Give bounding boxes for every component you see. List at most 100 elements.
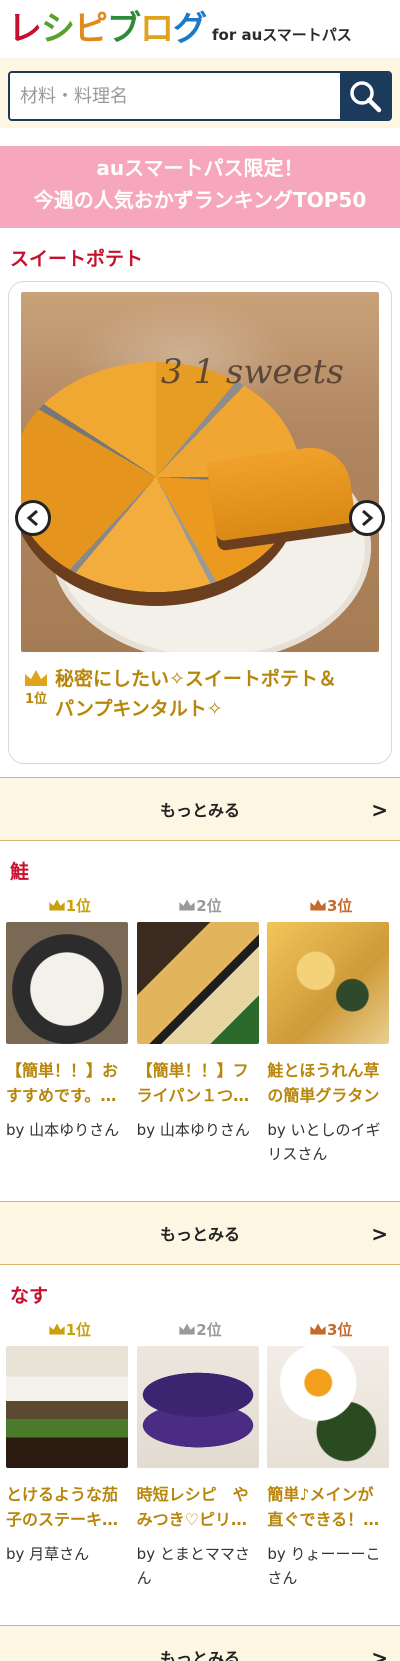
recipe-thumbnail[interactable] xyxy=(267,922,390,1044)
more-label: もっとみる xyxy=(159,1649,240,1661)
chevron-left-icon xyxy=(26,509,38,527)
featured-recipe-image[interactable]: 3 1 sweets xyxy=(21,292,379,652)
recipe-card[interactable]: 1位 とけるような茄 子のステーキ… by 月草さん xyxy=(6,1318,133,1612)
logo-char: ピ xyxy=(74,9,108,49)
rank-text: 3位 xyxy=(326,1320,353,1339)
logo-char: グ xyxy=(173,9,207,49)
logo-char: ブ xyxy=(107,9,141,49)
recipe-blog-logo[interactable]: レ シ ピ ブ ロ グ for auスマートパス xyxy=(8,12,352,46)
logo-suffix: for auスマートパス xyxy=(212,26,352,44)
title-line: パンプキンタルト✧ xyxy=(55,698,223,720)
more-button-sweet-potato[interactable]: もっとみる > xyxy=(0,777,400,841)
rank-badge: 1位 xyxy=(21,664,51,707)
recipe-thumbnail[interactable] xyxy=(136,922,259,1044)
gold-crown-icon xyxy=(48,1323,65,1335)
search-button[interactable] xyxy=(340,73,390,119)
recipe-author[interactable]: by 月草さん xyxy=(6,1542,133,1612)
recipe-card[interactable]: 2位 時短レシピ や みつき♡ピリ… by とまとママさん xyxy=(136,1318,264,1612)
title-line: 【簡単！！】お xyxy=(6,1061,119,1080)
recipe-card[interactable]: 3位 鮭とほうれん草 の簡単グラタン by いとしのイギリスさん xyxy=(267,894,394,1188)
gold-crown-icon xyxy=(25,670,47,686)
promo-line-2: 今週の人気おかずランキングTOP50 xyxy=(33,188,367,212)
recipe-thumbnail[interactable] xyxy=(136,1346,259,1468)
more-label: もっとみる xyxy=(159,801,240,820)
promo-banner[interactable]: auスマートパス限定！ 今週の人気おかずランキングTOP50 xyxy=(0,146,400,228)
recipe-title[interactable]: 鮭とほうれん草 の簡単グラタン xyxy=(267,1058,394,1108)
recipe-title[interactable]: 簡単♪メインが 直ぐできる！… xyxy=(267,1482,394,1532)
recipe-thumbnail[interactable] xyxy=(267,1346,390,1468)
app-header: レ シ ピ ブ ロ グ for auスマートパス xyxy=(0,0,400,58)
rank-text: 2位 xyxy=(196,896,222,915)
bronze-crown-icon xyxy=(310,899,326,911)
title-line: 時短レシピ や xyxy=(136,1485,249,1504)
recipe-author[interactable]: by 山本ゆりさん xyxy=(137,1118,264,1188)
recipe-title[interactable]: 【簡単！！】お すすめです。… xyxy=(6,1058,133,1108)
rank-label: 1位 xyxy=(6,1318,133,1340)
recipe-card[interactable]: 2位 【簡単！！】フ ライパン１つ… by 山本ゆりさん xyxy=(136,894,264,1188)
spacer xyxy=(0,128,400,146)
recipe-card[interactable]: 1位 【簡単！！】お すすめです。… by 山本ゆりさん xyxy=(6,894,133,1188)
recipe-author[interactable]: by いとしのイギリスさん xyxy=(267,1118,394,1188)
search-bar-area xyxy=(0,58,400,128)
section-title-salmon: 鮭 xyxy=(10,861,30,883)
section-title-eggplant: なす xyxy=(10,1285,49,1307)
bronze-crown-icon xyxy=(310,1323,326,1335)
rank-label: 1位 xyxy=(24,692,48,707)
title-line: 秘密にしたい✧スイートポテト＆ xyxy=(55,668,337,690)
recipe-author[interactable]: by 山本ゆりさん xyxy=(6,1118,133,1188)
more-button-eggplant[interactable]: もっとみる > xyxy=(0,1625,400,1661)
more-button-salmon[interactable]: もっとみる > xyxy=(0,1201,400,1265)
title-line: 直ぐできる！… xyxy=(267,1510,380,1529)
title-line: 子のステーキ… xyxy=(6,1510,119,1529)
title-line: ライパン１つ… xyxy=(136,1086,250,1105)
recipe-title[interactable]: 【簡単！！】フ ライパン１つ… xyxy=(137,1058,264,1108)
title-line: の簡単グラタン xyxy=(267,1086,380,1105)
title-line: とけるような茄 xyxy=(6,1485,119,1504)
recipe-author[interactable]: by りょーーーこさん xyxy=(267,1542,394,1612)
promo-line-1: auスマートパス限定！ xyxy=(96,156,304,180)
search-form xyxy=(8,71,392,121)
title-line: 鮭とほうれん草 xyxy=(267,1061,380,1080)
recipe-grid-salmon: 1位 【簡単！！】お すすめです。… by 山本ゆりさん 2位 【簡単！！】フ … xyxy=(0,894,400,1188)
image-handwritten-text: 3 1 sweets xyxy=(161,352,344,392)
rank-text: 1位 xyxy=(65,1320,92,1339)
chevron-right-icon: > xyxy=(371,798,388,822)
featured-recipe-card[interactable]: 3 1 sweets 1位 秘密にしたい✧スイートポテト＆ パンプキンタルト✧ xyxy=(8,281,392,764)
rank-text: 2位 xyxy=(196,1320,222,1339)
logo-char: シ xyxy=(41,9,75,49)
search-input[interactable] xyxy=(10,73,340,119)
silver-crown-icon xyxy=(179,1323,195,1335)
rank-text: 1位 xyxy=(65,896,92,915)
featured-recipe-info: 1位 秘密にしたい✧スイートポテト＆ パンプキンタルト✧ xyxy=(21,664,379,724)
carousel-prev-button[interactable] xyxy=(15,500,51,536)
rank-label: 2位 xyxy=(137,894,264,916)
recipe-title[interactable]: とけるような茄 子のステーキ… xyxy=(6,1482,133,1532)
title-line: 簡単♪メインが xyxy=(267,1485,374,1504)
search-icon xyxy=(350,81,382,113)
logo-char: レ xyxy=(8,9,42,49)
title-line: みつき♡ピリ… xyxy=(136,1510,248,1529)
chevron-right-icon xyxy=(362,509,374,527)
carousel-next-button[interactable] xyxy=(349,500,385,536)
logo-char: ロ xyxy=(140,9,174,49)
section-title-sweet-potato: スイートポテト xyxy=(10,248,144,270)
rank-text: 3位 xyxy=(326,896,353,915)
rank-label: 3位 xyxy=(267,894,394,916)
more-label: もっとみる xyxy=(159,1225,240,1244)
recipe-title[interactable]: 時短レシピ や みつき♡ピリ… xyxy=(137,1482,264,1532)
rank-label: 2位 xyxy=(137,1318,264,1340)
rank-label: 1位 xyxy=(6,894,133,916)
recipe-card[interactable]: 3位 簡単♪メインが 直ぐできる！… by りょーーーこさん xyxy=(267,1318,394,1612)
title-line: すすめです。… xyxy=(6,1086,117,1105)
recipe-author[interactable]: by とまとママさん xyxy=(137,1542,264,1612)
recipe-thumbnail[interactable] xyxy=(6,922,128,1044)
recipe-thumbnail[interactable] xyxy=(6,1346,128,1468)
featured-recipe-title[interactable]: 秘密にしたい✧スイートポテト＆ パンプキンタルト✧ xyxy=(55,664,337,724)
recipe-grid-eggplant: 1位 とけるような茄 子のステーキ… by 月草さん 2位 時短レシピ や みつ… xyxy=(0,1318,400,1612)
rank-label: 3位 xyxy=(267,1318,394,1340)
silver-crown-icon xyxy=(179,899,195,911)
gold-crown-icon xyxy=(48,899,65,911)
chevron-right-icon: > xyxy=(371,1646,388,1661)
title-line: 【簡単！！】フ xyxy=(136,1061,249,1080)
chevron-right-icon: > xyxy=(371,1222,388,1246)
